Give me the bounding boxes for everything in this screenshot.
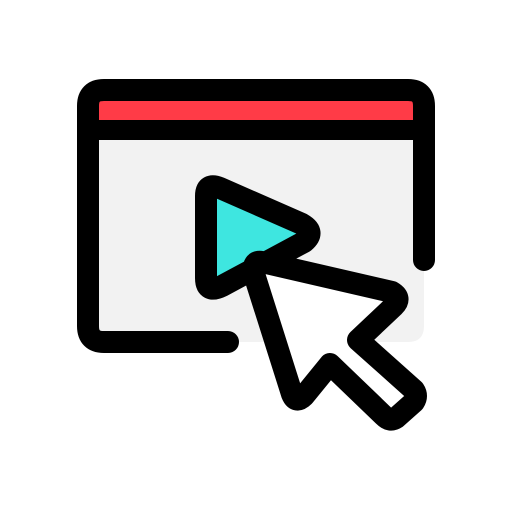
icon-canvas (0, 0, 512, 512)
video-play-click-icon (77, 79, 435, 431)
